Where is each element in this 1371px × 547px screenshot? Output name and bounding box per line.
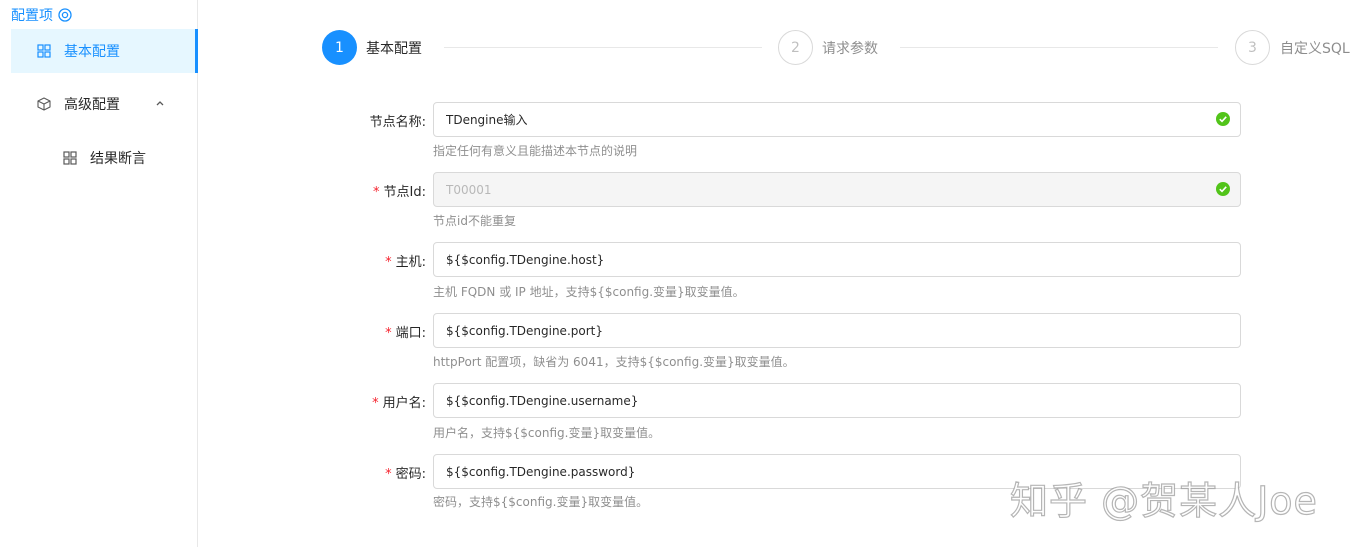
field-help: 节点id不能重复 — [433, 214, 516, 228]
step-2-label[interactable]: 请求参数 — [822, 38, 878, 58]
field-label: * 节点Id: — [373, 185, 426, 200]
sidebar-item-advanced-config[interactable]: 高级配置 — [11, 82, 198, 126]
host-input[interactable] — [433, 242, 1241, 277]
required-mark: * — [373, 185, 380, 200]
step-3-label[interactable]: 自定义SQL — [1280, 38, 1350, 58]
sidebar-title: 配置项 — [11, 5, 72, 25]
sidebar-item-label: 基本配置 — [64, 44, 120, 60]
check-circle-icon — [1216, 112, 1230, 126]
field-label: 节点名称: — [369, 115, 426, 130]
required-mark: * — [385, 326, 392, 341]
step-3-circle[interactable]: 3 — [1235, 30, 1270, 65]
step-2-circle[interactable]: 2 — [778, 30, 813, 65]
field-help: 指定任何有意义且能描述本节点的说明 — [433, 144, 638, 158]
cube-icon — [37, 97, 51, 111]
username-input[interactable] — [433, 383, 1241, 418]
node-name-input[interactable] — [433, 102, 1241, 137]
required-mark: * — [372, 396, 379, 411]
grid-icon — [37, 44, 51, 58]
step-connector — [900, 47, 1218, 48]
field-label: * 密码: — [385, 467, 426, 482]
chevron-up-icon — [156, 101, 164, 106]
field-help: 主机 FQDN 或 IP 地址，支持${$config.变量}取变量值。 — [433, 285, 745, 299]
sidebar: 配置项 基本配置 高级配置 结果断言 — [0, 0, 198, 547]
field-help: 用户名，支持${$config.变量}取变量值。 — [433, 426, 661, 440]
sidebar-item-label: 高级配置 — [64, 97, 120, 113]
grid-icon — [63, 151, 77, 165]
watermark: 知乎 @贺某人Joe — [1009, 478, 1318, 523]
field-help: 密码，支持${$config.变量}取变量值。 — [433, 495, 649, 509]
field-label: * 端口: — [385, 326, 426, 341]
field-help: httpPort 配置项，缺省为 6041，支持${$config.变量}取变量… — [433, 355, 795, 369]
sidebar-item-basic-config[interactable]: 基本配置 — [11, 29, 198, 73]
required-mark: * — [385, 255, 392, 270]
step-1-circle[interactable]: 1 — [322, 30, 357, 65]
steps: 1 基本配置 2 请求参数 3 自定义SQL — [322, 30, 1362, 66]
node-id-input — [433, 172, 1241, 207]
check-circle-icon — [1216, 182, 1230, 196]
sidebar-item-label: 结果断言 — [90, 151, 146, 167]
field-label: * 用户名: — [372, 396, 426, 411]
settings-circle-icon — [58, 8, 72, 22]
port-input[interactable] — [433, 313, 1241, 348]
sidebar-title-label: 配置项 — [11, 8, 53, 24]
field-label: * 主机: — [385, 255, 426, 270]
sidebar-item-result-assertion[interactable]: 结果断言 — [11, 136, 198, 180]
required-mark: * — [385, 467, 392, 482]
step-1-label[interactable]: 基本配置 — [366, 38, 422, 58]
step-connector — [444, 47, 762, 48]
